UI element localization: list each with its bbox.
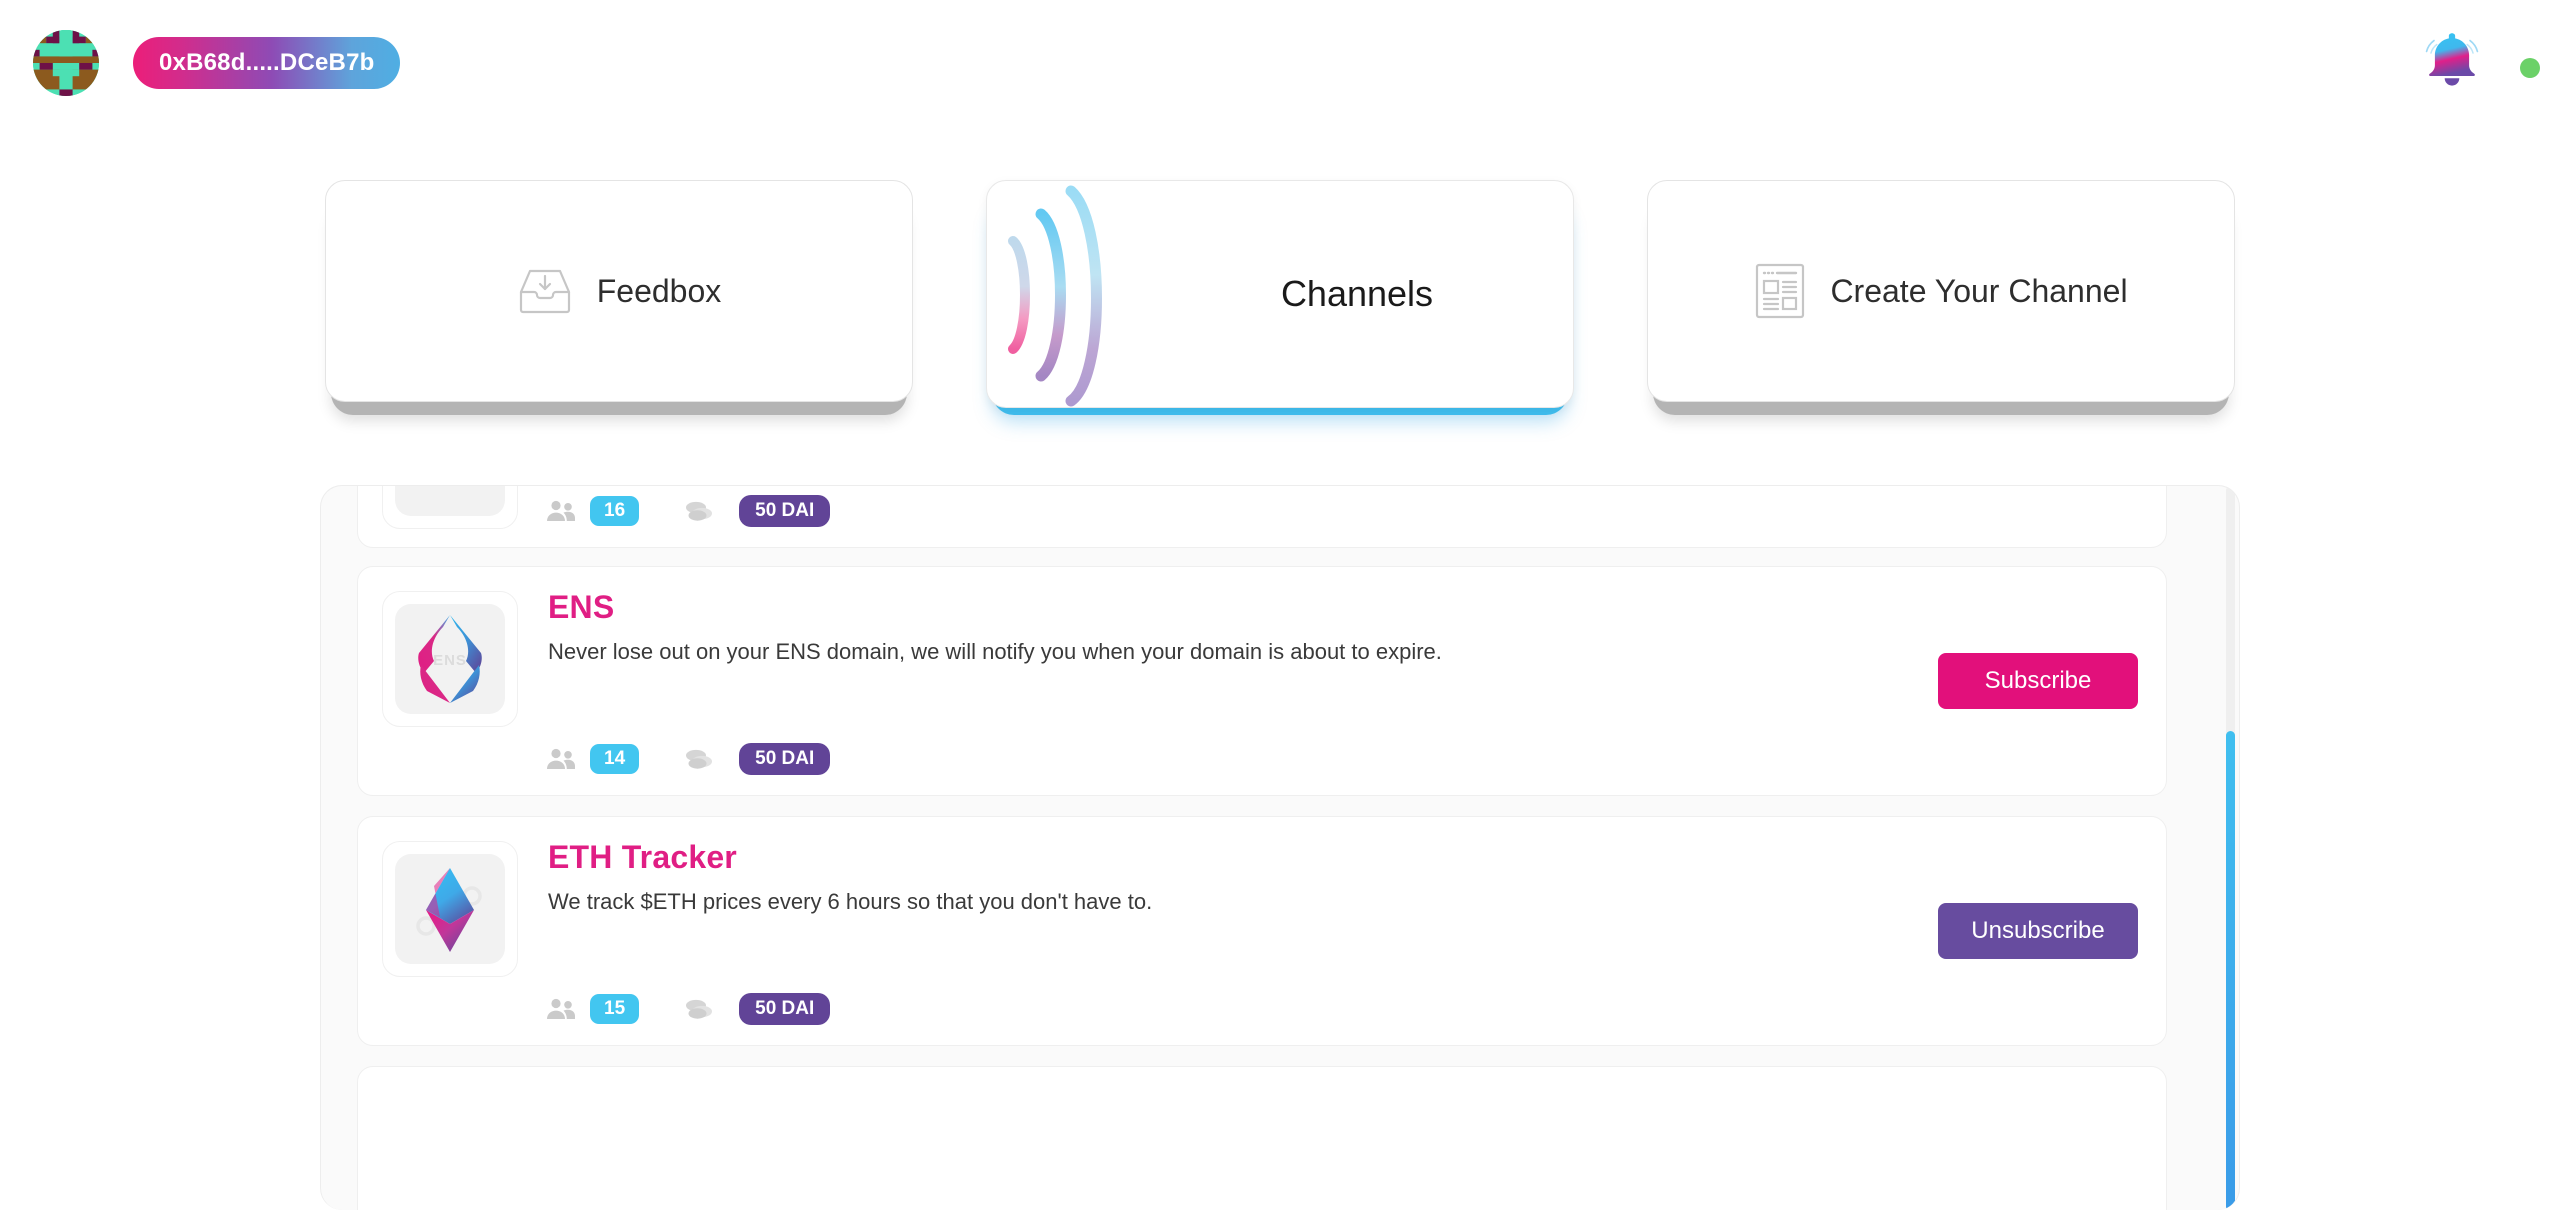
tab-create-channel[interactable]: Create Your Channel: [1647, 180, 2235, 415]
document-layout-icon: [1754, 262, 1806, 320]
subscriber-count-badge: 14: [590, 744, 640, 774]
status-indicator-dot: [2520, 58, 2540, 78]
avatar[interactable]: [33, 30, 99, 96]
tab-channels-face[interactable]: Channels: [986, 180, 1574, 408]
signal-waves-icon: [1008, 185, 1102, 407]
channel-meta: 15 50 DAI: [546, 993, 831, 1025]
channel-logo-image: [395, 486, 505, 516]
tab-feedbox-face[interactable]: Feedbox: [325, 180, 913, 402]
tab-create-channel-face[interactable]: Create Your Channel: [1647, 180, 2235, 402]
channel-description: We track $ETH prices every 6 hours so th…: [548, 889, 1153, 914]
coins-icon: [683, 997, 715, 1021]
identicon-avatar: [33, 30, 99, 96]
channel-row-ens[interactable]: ENS ENS Never lose out on your ENS domai…: [357, 566, 2167, 796]
channel-logo: [382, 486, 518, 529]
subscribers-people-icon: [546, 500, 576, 522]
list-scrollbar-thumb[interactable]: [2226, 731, 2235, 1210]
top-bar: 0xB68d.....DCeB7b: [0, 0, 2558, 130]
channel-name: ETH Tracker: [548, 839, 737, 875]
unsubscribe-button[interactable]: Unsubscribe: [1938, 903, 2138, 959]
channel-description: Never lose out on your ENS domain, we wi…: [548, 639, 1442, 664]
channel-row[interactable]: [357, 1066, 2167, 1210]
fee-badge: 50 DAI: [739, 743, 831, 775]
ens-logo-icon: ENS: [395, 604, 505, 714]
channel-logo-eth: [382, 841, 518, 977]
channel-row-eth-tracker[interactable]: ETH Tracker We track $ETH prices every 6…: [357, 816, 2167, 1046]
tab-channels-label: Channels: [1280, 273, 1434, 314]
svg-text:ENS: ENS: [433, 652, 467, 669]
channel-list: 16 50 DAI ENS ENS Never lose out on your…: [320, 485, 2240, 1210]
tab-channels[interactable]: Channels: [986, 180, 1574, 415]
subscribe-button[interactable]: Subscribe: [1938, 653, 2138, 709]
subscriber-count-badge: 15: [590, 994, 640, 1024]
channel-name: ENS: [548, 589, 615, 625]
channel-row[interactable]: 16 50 DAI: [357, 486, 2167, 548]
inbox-tray-icon: [517, 265, 573, 317]
channel-meta: 16 50 DAI: [546, 495, 831, 527]
wallet-address-pill[interactable]: 0xB68d.....DCeB7b: [133, 37, 401, 89]
subscribers-people-icon: [546, 748, 576, 770]
wallet-address-text: 0xB68d.....DCeB7b: [159, 49, 375, 76]
fee-badge: 50 DAI: [739, 993, 831, 1025]
subscribers-people-icon: [546, 998, 576, 1020]
tab-create-channel-label: Create Your Channel: [1830, 272, 2128, 309]
channel-logo-ens: ENS: [382, 591, 518, 727]
notification-bell-button[interactable]: [2416, 22, 2488, 94]
main-tabs: Feedbox Channels Create Your Channel: [325, 180, 2235, 415]
fee-badge: 50 DAI: [739, 495, 831, 527]
subscriber-count-badge: 16: [590, 496, 640, 526]
coins-icon: [683, 747, 715, 771]
tab-feedbox-label: Feedbox: [596, 272, 722, 309]
channel-meta: 14 50 DAI: [546, 743, 831, 775]
notification-bell-icon: [2425, 33, 2479, 86]
coins-icon: [683, 499, 715, 523]
ethereum-logo-icon: [395, 854, 505, 964]
tab-feedbox[interactable]: Feedbox: [325, 180, 913, 415]
